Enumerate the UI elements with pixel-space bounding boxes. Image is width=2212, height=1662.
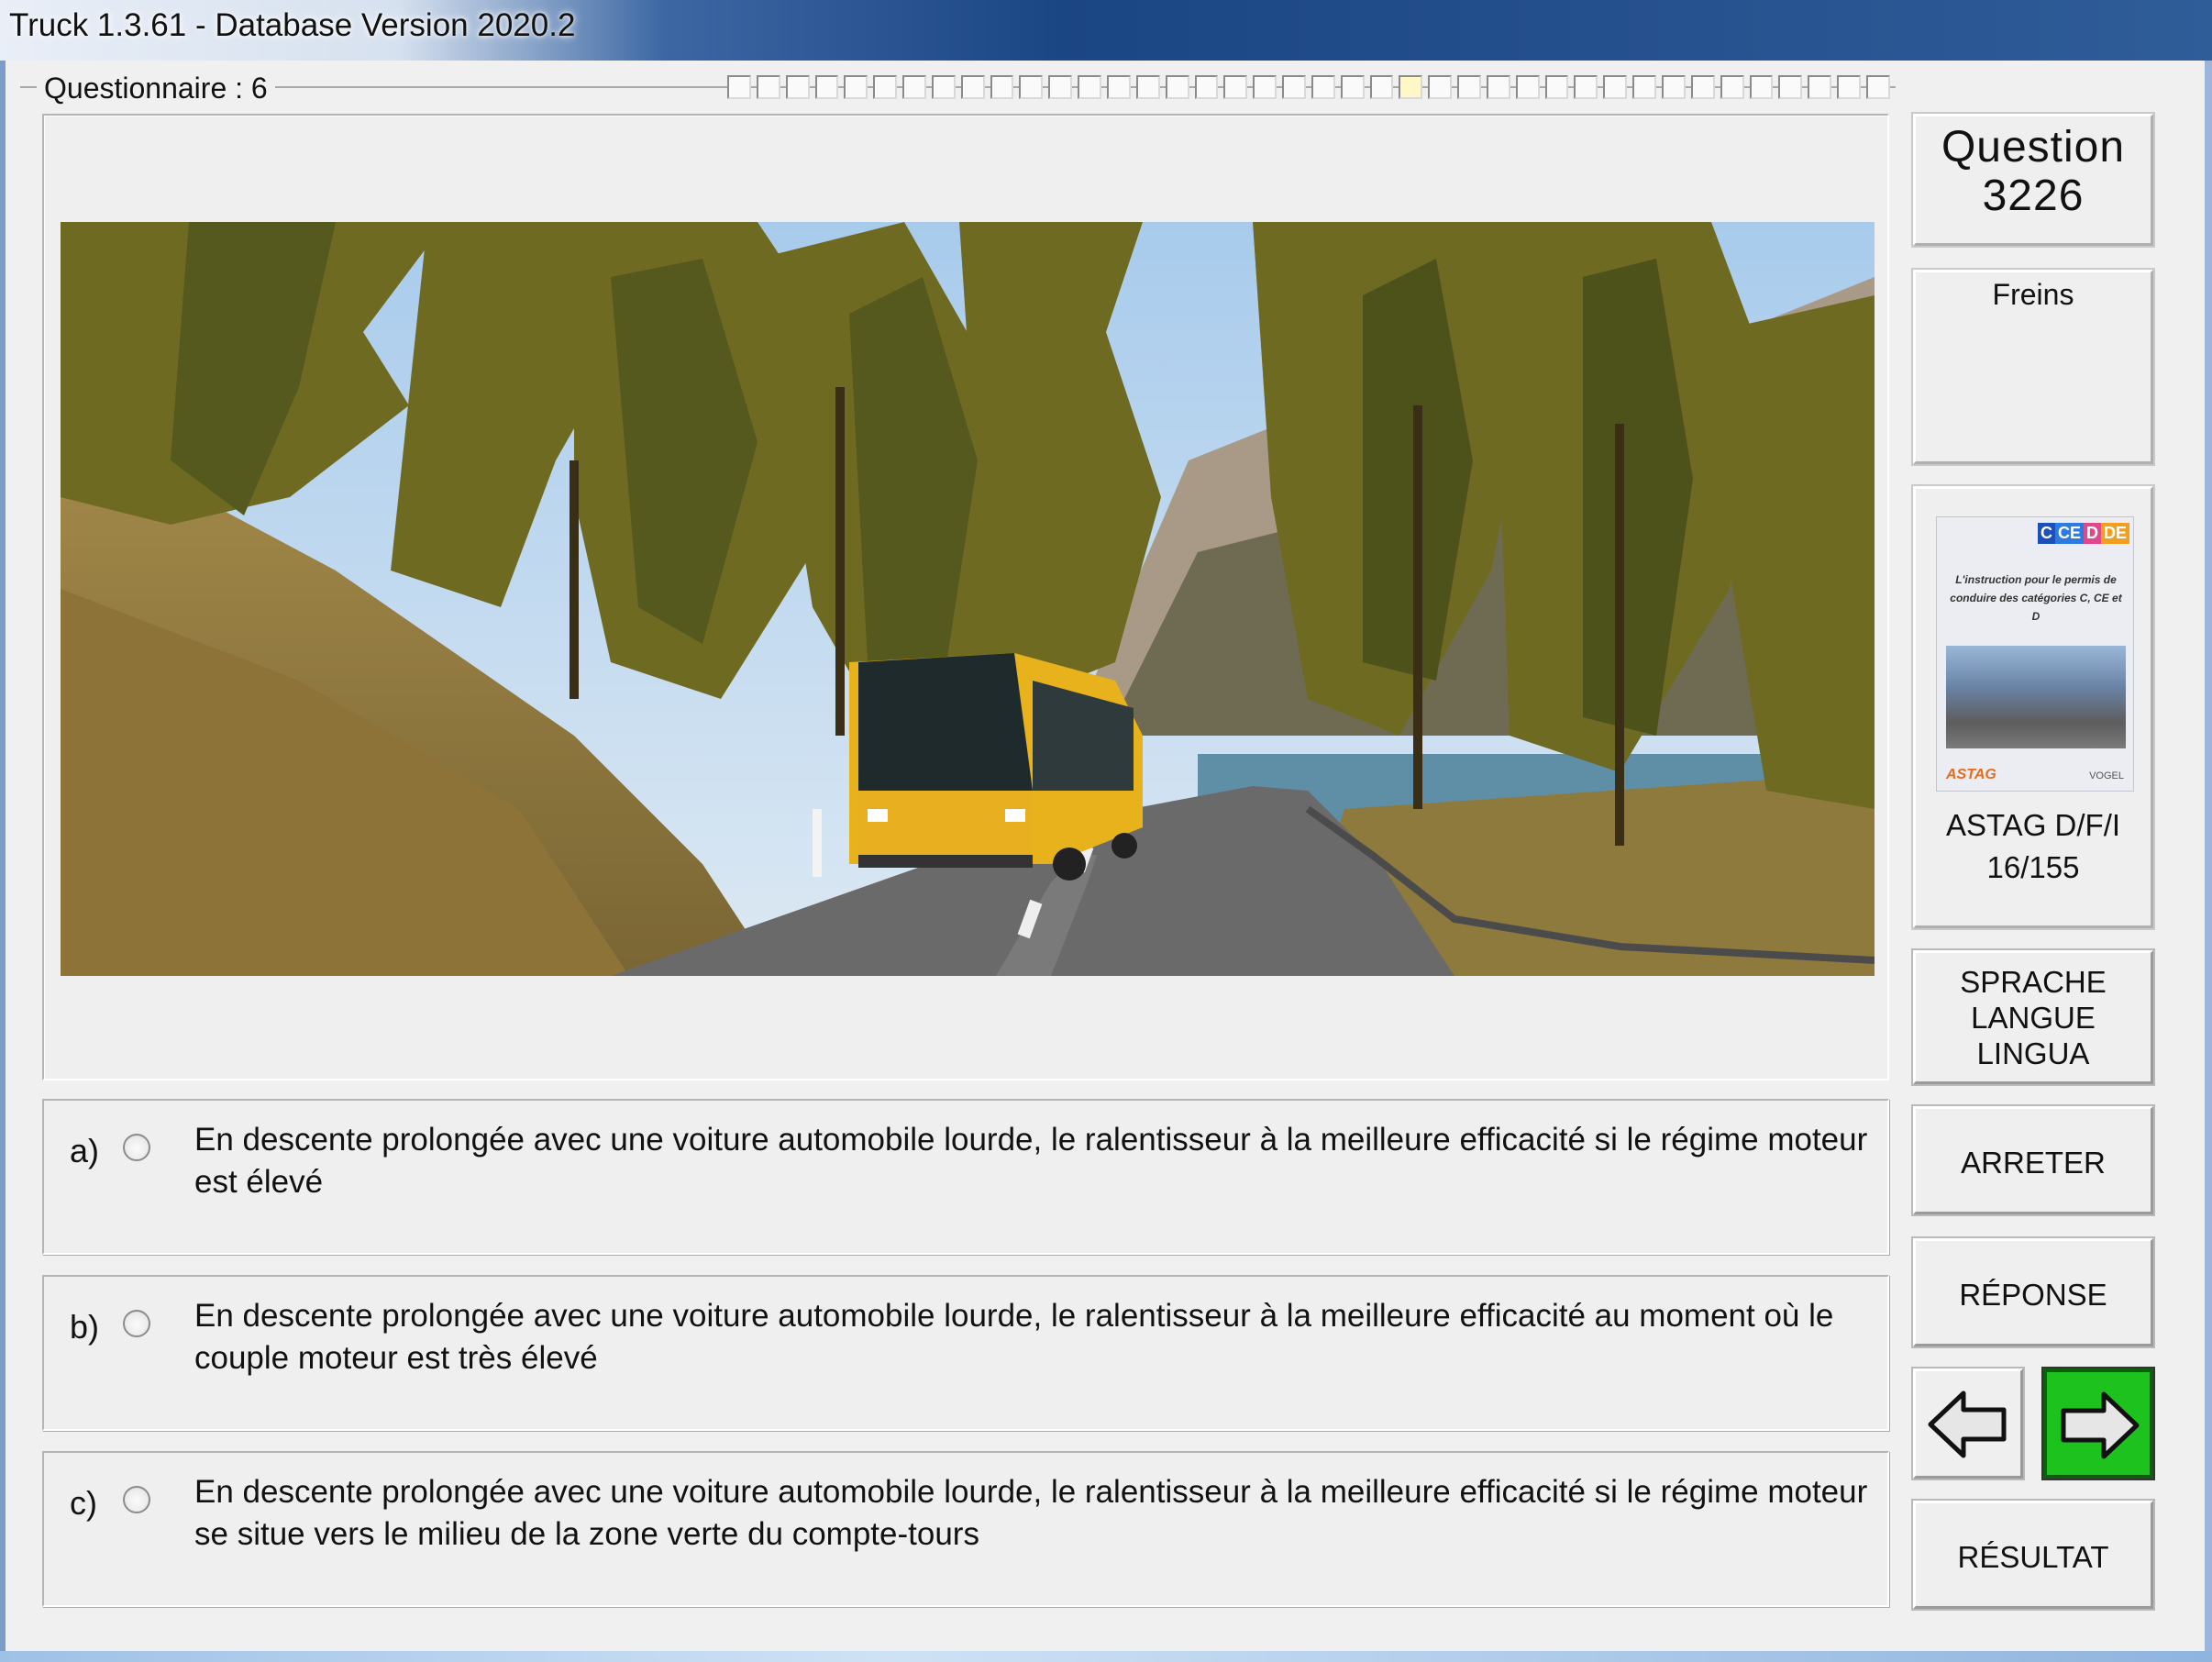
progress-cell bbox=[1457, 75, 1481, 99]
answer-radio-a[interactable] bbox=[123, 1134, 150, 1161]
progress-cell bbox=[1311, 75, 1335, 99]
progress-cell bbox=[1223, 75, 1248, 99]
bus-mountain-road-illustration bbox=[61, 222, 1875, 976]
progress-cell bbox=[1340, 75, 1365, 99]
progress-cell bbox=[990, 75, 1014, 99]
progress-cell bbox=[902, 75, 926, 99]
progress-cell bbox=[960, 75, 985, 99]
progress-cell bbox=[1106, 75, 1131, 99]
answer-letter: a) bbox=[70, 1132, 100, 1169]
progress-cell bbox=[1749, 75, 1774, 99]
badge-ce: CE bbox=[2054, 523, 2084, 544]
badge-de: DE bbox=[2100, 523, 2129, 544]
progress-cell bbox=[756, 75, 780, 99]
answer-option-a[interactable]: a) En descente prolongée avec une voitur… bbox=[42, 1099, 1889, 1255]
badge-d: D bbox=[2083, 523, 2101, 544]
progress-cell bbox=[1165, 75, 1189, 99]
answer-option-c[interactable]: c) En descente prolongée avec une voitur… bbox=[42, 1451, 1889, 1607]
progress-cell bbox=[1778, 75, 1803, 99]
progress-cell bbox=[1282, 75, 1306, 99]
window-title: Truck 1.3.61 - Database Version 2020.2 bbox=[9, 7, 576, 43]
topic-label: Freins bbox=[1992, 278, 2074, 311]
progress-cell bbox=[1632, 75, 1656, 99]
arrow-right-icon bbox=[2061, 1391, 2140, 1459]
progress-cell bbox=[1135, 75, 1160, 99]
progress-cell bbox=[1808, 75, 1832, 99]
question-label: Question bbox=[1941, 123, 2126, 172]
progress-cell bbox=[1486, 75, 1510, 99]
reference-line-2: 16/155 bbox=[1986, 850, 2080, 884]
progress-cell bbox=[1865, 75, 1890, 99]
answer-radio-b[interactable] bbox=[123, 1310, 150, 1337]
language-label-fr: LANGUE bbox=[1971, 1001, 2096, 1035]
language-button[interactable]: SPRACHE LANGUE LINGUA bbox=[1911, 948, 2155, 1086]
answer-text: En descente prolongée avec une voiture a… bbox=[194, 1122, 1868, 1200]
progress-cell bbox=[1428, 75, 1453, 99]
reference-line-1: ASTAG D/F/I bbox=[1945, 808, 2121, 842]
next-question-button[interactable] bbox=[2041, 1367, 2155, 1480]
progress-cell bbox=[727, 75, 751, 99]
title-bar: Truck 1.3.61 - Database Version 2020.2 bbox=[0, 0, 2212, 62]
answer-option-b[interactable]: b) En descente prolongée avec une voitur… bbox=[42, 1275, 1889, 1431]
progress-cell bbox=[1194, 75, 1219, 99]
progress-cell bbox=[1662, 75, 1686, 99]
answer-letter: b) bbox=[70, 1308, 100, 1346]
question-progress-bar bbox=[727, 75, 1896, 101]
result-button[interactable]: RÉSULTAT bbox=[1911, 1499, 2155, 1611]
question-number: 3226 bbox=[1982, 172, 2085, 220]
progress-cell bbox=[1837, 75, 1861, 99]
progress-cell bbox=[873, 75, 898, 99]
progress-cell bbox=[785, 75, 810, 99]
answer-text: En descente prolongée avec une voiture a… bbox=[194, 1298, 1834, 1376]
language-label-de: SPRACHE bbox=[1960, 965, 2107, 999]
show-answer-button[interactable]: RÉPONSE bbox=[1911, 1236, 2155, 1348]
progress-cell bbox=[1078, 75, 1101, 99]
language-label-it: LINGUA bbox=[1976, 1036, 2090, 1070]
progress-cell bbox=[1399, 75, 1423, 99]
previous-question-button[interactable] bbox=[1911, 1367, 2025, 1480]
badge-c: C bbox=[2037, 523, 2055, 544]
progress-cell bbox=[814, 75, 839, 99]
question-image bbox=[61, 222, 1875, 976]
progress-cell bbox=[1574, 75, 1598, 99]
progress-cell bbox=[1048, 75, 1073, 99]
progress-cell bbox=[1544, 75, 1569, 99]
topic-box: Freins bbox=[1911, 268, 2155, 466]
questionnaire-label: Questionnaire : 6 bbox=[37, 72, 275, 105]
progress-cell bbox=[1690, 75, 1715, 99]
question-number-box: Question 3226 bbox=[1911, 112, 2155, 248]
progress-cell bbox=[1720, 75, 1744, 99]
answer-letter: c) bbox=[70, 1484, 97, 1522]
progress-cell bbox=[1253, 75, 1277, 99]
book-cover-image: C CE D DE L'instruction pour le permis d… bbox=[1936, 516, 2134, 792]
cover-photo bbox=[1946, 646, 2126, 748]
reference-box: C CE D DE L'instruction pour le permis d… bbox=[1911, 484, 2155, 930]
window-bottom-border bbox=[0, 1651, 2212, 1662]
cover-logo-astag: ASTAG bbox=[1946, 767, 1996, 782]
stop-button[interactable]: ARRETER bbox=[1911, 1104, 2155, 1216]
arrow-left-icon bbox=[1928, 1391, 2007, 1458]
answer-radio-c[interactable] bbox=[123, 1486, 150, 1513]
progress-cell bbox=[931, 75, 956, 99]
progress-cell bbox=[1603, 75, 1628, 99]
cover-badges: C CE D DE bbox=[2037, 523, 2129, 544]
cover-blurb: L'instruction pour le permis de conduire… bbox=[1950, 573, 2122, 623]
cover-logo-vogel: VOGEL bbox=[2089, 770, 2124, 781]
progress-cell bbox=[844, 75, 868, 99]
progress-cell bbox=[1019, 75, 1044, 99]
answer-text: En descente prolongée avec une voiture a… bbox=[194, 1474, 1868, 1552]
reference-text: ASTAG D/F/I 16/155 bbox=[1916, 804, 2151, 889]
progress-cell bbox=[1369, 75, 1394, 99]
progress-cell bbox=[1515, 75, 1540, 99]
